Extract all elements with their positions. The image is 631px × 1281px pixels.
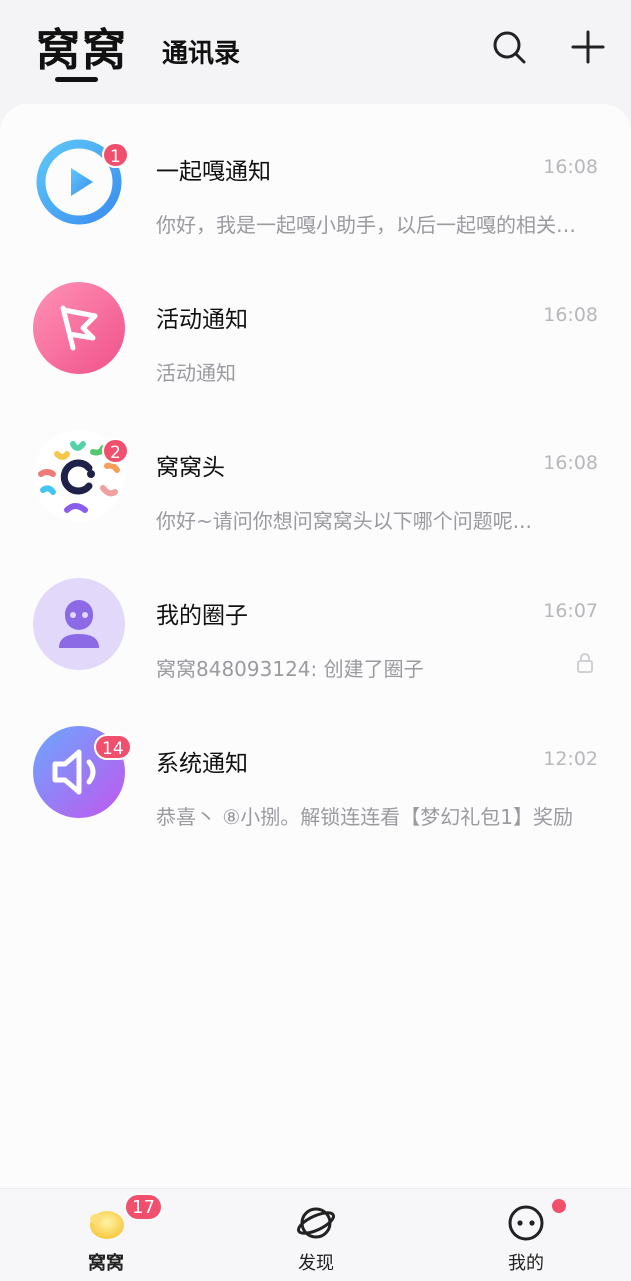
conversation-time: 16:08	[543, 452, 598, 474]
tab-bar-label: 窝窝	[88, 1253, 124, 1274]
conversation-preview: 窝窝848093124: 创建了圈子	[156, 657, 424, 681]
conversation-item[interactable]: 活动通知 16:08 活动通知	[0, 252, 631, 400]
conversation-item[interactable]: 1 一起嘎通知 16:08 你好，我是一起嘎小助手，以后一起嘎的相关通知会在这里…	[0, 104, 631, 252]
conversation-list: 1 一起嘎通知 16:08 你好，我是一起嘎小助手，以后一起嘎的相关通知会在这里…	[0, 104, 631, 1188]
unread-badge: 17	[124, 1193, 163, 1221]
tab-bar-item-wowo[interactable]: 17 窝窝	[46, 1189, 166, 1281]
plus-icon[interactable]	[569, 28, 607, 66]
conversation-preview: 你好，我是一起嘎小助手，以后一起嘎的相关通知会在这里发送给你	[156, 213, 586, 237]
unread-badge: 2	[102, 438, 129, 464]
conversation-time: 16:08	[543, 156, 598, 178]
tab-contacts[interactable]: 通讯录	[162, 33, 240, 70]
lock-icon	[576, 652, 594, 674]
conversation-preview: 恭喜丶 ⑧小捌。解锁连连看【梦幻礼包1】奖励	[156, 805, 574, 829]
conversation-time: 16:07	[543, 600, 598, 622]
search-icon[interactable]	[490, 28, 528, 66]
conversation-name: 一起嘎通知	[156, 159, 271, 185]
conversation-name: 系统通知	[156, 751, 248, 777]
unread-badge: 1	[102, 142, 129, 168]
notification-dot	[552, 1199, 566, 1213]
face-icon	[506, 1203, 546, 1243]
conversation-time: 16:08	[543, 304, 598, 326]
conversation-item[interactable]: 我的圈子 16:07 窝窝848093124: 创建了圈子	[0, 548, 631, 696]
active-tab-indicator	[55, 77, 98, 82]
conversation-name: 窝窝头	[156, 455, 225, 481]
tab-wowo[interactable]: 窝窝	[36, 14, 128, 78]
planet-icon	[296, 1203, 336, 1243]
conversation-name: 我的圈子	[156, 603, 248, 629]
bottom-tab-bar: 17 窝窝 发现 我的	[0, 1188, 631, 1281]
conversation-preview: 活动通知	[156, 361, 236, 385]
conversation-name: 活动通知	[156, 307, 248, 333]
conversation-preview: 你好~请问你想问窝窝头以下哪个问题呢...	[156, 509, 532, 533]
conversation-time: 12:02	[543, 748, 598, 770]
unread-badge: 14	[94, 734, 132, 760]
tab-bar-item-me[interactable]: 我的	[466, 1189, 586, 1281]
tab-bar-label: 我的	[508, 1253, 544, 1274]
person-icon	[33, 578, 125, 670]
conversation-item[interactable]: 14 系统通知 12:02 恭喜丶 ⑧小捌。解锁连连看【梦幻礼包1】奖励	[0, 696, 631, 844]
tab-bar-item-discover[interactable]: 发现	[256, 1189, 376, 1281]
wowo-icon	[86, 1203, 126, 1243]
flag-icon	[33, 282, 125, 374]
tab-bar-label: 发现	[298, 1253, 334, 1274]
conversation-item[interactable]: 2 窝窝头 16:08 你好~请问你想问窝窝头以下哪个问题呢...	[0, 400, 631, 548]
header: 窝窝 通讯录	[0, 0, 631, 104]
